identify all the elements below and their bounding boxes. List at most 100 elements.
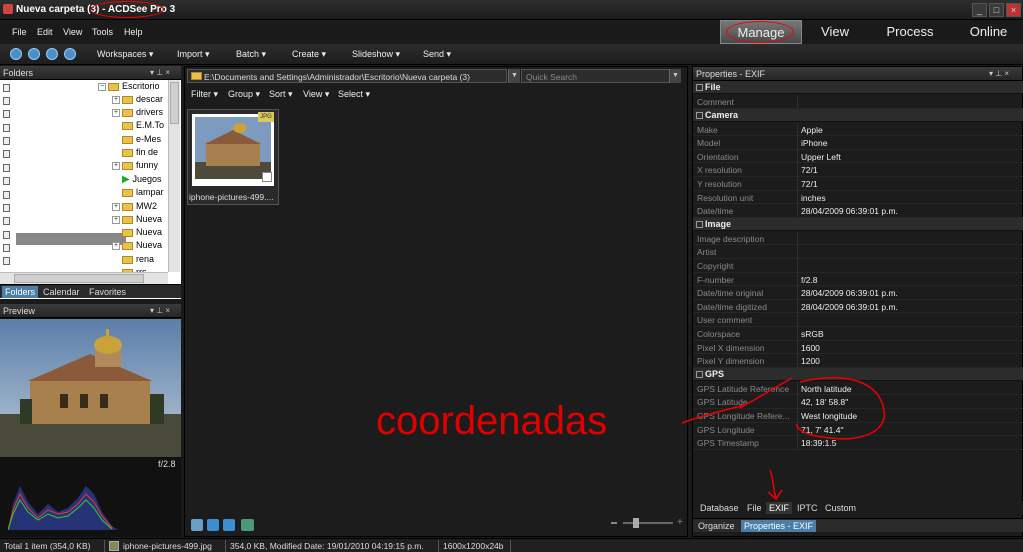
back-icon[interactable] [28,48,40,60]
toolbar-send[interactable]: Send ▾ [423,49,451,60]
tab-calendar[interactable]: Calendar [40,286,83,298]
tab-custom[interactable]: Custom [822,502,859,514]
property-row[interactable]: F-number f/2.8 [693,272,1023,287]
property-row[interactable]: Colorspace sRGB [693,327,1023,341]
property-row[interactable]: Date/time 28/04/2009 06:39:01 p.m. [693,204,1023,219]
tab-favorites[interactable]: Favorites [86,286,129,298]
property-key: Make [697,124,718,135]
property-row[interactable]: Image description [693,231,1023,246]
close-button[interactable]: × [1006,3,1021,17]
tab-file[interactable]: File [744,502,765,514]
tree-item[interactable]: e-Mes [122,134,161,147]
home-icon[interactable] [10,48,22,60]
property-row[interactable]: GPS Longitude Refere... West longitude [693,409,1023,423]
property-row[interactable]: Model iPhone [693,136,1023,151]
pin-icon[interactable]: ▾ ⊥ × [989,69,1009,78]
toolbar-workspaces[interactable]: Workspaces ▾ [97,49,153,60]
thumbnail-checkbox[interactable] [262,172,272,182]
tree-item[interactable]: ▶ Juegos [122,174,162,187]
menu-edit[interactable]: Edit [37,27,53,37]
tree-item[interactable]: fin de [122,147,158,160]
property-row[interactable]: Pixel Y dimension 1200 [693,354,1023,369]
menu-view[interactable]: View [63,27,82,37]
menu-help[interactable]: Help [124,27,143,37]
maximize-button[interactable]: □ [989,3,1004,17]
property-row[interactable]: Orientation Upper Left [693,149,1023,164]
view-menu[interactable]: View ▾ [303,89,329,100]
rotate-right-icon[interactable] [223,519,235,531]
scrollbar-thumb[interactable] [170,82,179,124]
pin-icon[interactable]: ▾ ⊥ × [150,68,170,77]
menu-file[interactable]: File [12,27,27,37]
path-dropdown-arrow[interactable]: ▼ [508,69,520,83]
property-row[interactable]: GPS Latitude Reference North latitude [693,381,1023,396]
folders-vertical-scrollbar[interactable] [168,80,180,272]
property-row[interactable]: Comment [693,95,1023,109]
property-row[interactable]: Artist [693,245,1023,260]
minimize-button[interactable]: _ [972,3,987,17]
property-row[interactable]: GPS Timestamp 18:39:1.5 [693,436,1023,451]
selected-row-highlight [16,233,126,245]
property-row[interactable]: Date/time original 28/04/2009 06:39:01 p.… [693,286,1023,301]
filter-menu[interactable]: Filter ▾ [191,89,218,100]
zoom-slider[interactable] [623,522,673,524]
tree-item[interactable]: + Nueva [112,240,162,253]
tab-properties-exif[interactable]: Properties - EXIF [741,520,817,532]
tree-item[interactable]: − Escritorio [98,81,160,94]
zoom-slider-handle[interactable] [633,518,639,528]
zoom-in-icon[interactable]: + [677,517,683,528]
forward-icon[interactable] [46,48,58,60]
tree-item[interactable]: Nueva [122,227,162,240]
property-row[interactable]: Resolution unit inches [693,190,1023,205]
group-menu[interactable]: Group ▾ [228,89,260,100]
view-icon[interactable] [191,519,203,531]
tree-item[interactable]: + Nueva [112,214,162,227]
pin-icon[interactable]: ▾ ⊥ × [150,306,170,315]
property-row[interactable]: Make Apple [693,122,1023,137]
section-camera[interactable]: Camera [693,108,1023,122]
quick-search-input[interactable]: Quick Search [521,69,681,83]
toolbar-batch[interactable]: Batch ▾ [236,49,266,60]
toolbar-slideshow[interactable]: Slideshow ▾ [352,49,400,60]
thumbnail-item[interactable]: JPG iphone-pictures-499.... [187,109,279,205]
tree-item[interactable]: + drivers [112,107,163,120]
tree-item[interactable]: rena [122,254,154,267]
tab-database[interactable]: Database [697,502,742,514]
search-dropdown-arrow[interactable]: ▼ [669,69,681,83]
toolbar-import[interactable]: Import ▾ [177,49,210,60]
property-row[interactable]: User comment [693,313,1023,328]
scrollbar-thumb[interactable] [14,274,144,283]
mode-online[interactable]: Online [954,20,1023,44]
property-row[interactable]: X resolution 72/1 [693,163,1023,178]
section-image[interactable]: Image [693,217,1023,231]
tree-item[interactable]: + funny [112,160,158,173]
tree-item[interactable]: lampar [122,187,164,200]
tab-organize[interactable]: Organize [695,520,738,532]
up-icon[interactable] [64,48,76,60]
rotate-left-icon[interactable] [207,519,219,531]
path-bar[interactable]: E:\Documents and Settings\Administrador\… [187,69,507,83]
property-row[interactable]: GPS Longitude 71, 7' 41.4'' [693,422,1023,437]
property-row[interactable]: Date/time digitized 28/04/2009 06:39:01 p… [693,299,1023,314]
compare-icon[interactable] [241,519,254,531]
section-gps[interactable]: GPS [693,367,1023,381]
select-menu[interactable]: Select ▾ [338,89,370,100]
zoom-out-icon[interactable] [611,522,617,524]
property-row[interactable]: GPS Latitude 42, 18' 58.8'' [693,395,1023,410]
mode-process[interactable]: Process [870,20,950,44]
toolbar-create[interactable]: Create ▾ [292,49,326,60]
property-row[interactable]: Copyright [693,259,1023,273]
folders-horizontal-scrollbar[interactable] [0,272,168,284]
property-row[interactable]: Pixel X dimension 1600 [693,340,1023,355]
tree-item[interactable]: + MW2 [112,201,157,214]
sort-menu[interactable]: Sort ▾ [269,89,293,100]
tab-iptc[interactable]: IPTC [794,502,821,514]
tab-folders[interactable]: Folders [2,286,39,298]
mode-view[interactable]: View [804,20,866,44]
menu-tools[interactable]: Tools [92,27,113,37]
tab-exif[interactable]: EXIF [766,502,793,514]
section-file[interactable]: File [693,81,1023,94]
tree-item[interactable]: + descar [112,94,163,107]
tree-item[interactable]: E.M.To [122,120,164,133]
property-row[interactable]: Y resolution 72/1 [693,177,1023,191]
